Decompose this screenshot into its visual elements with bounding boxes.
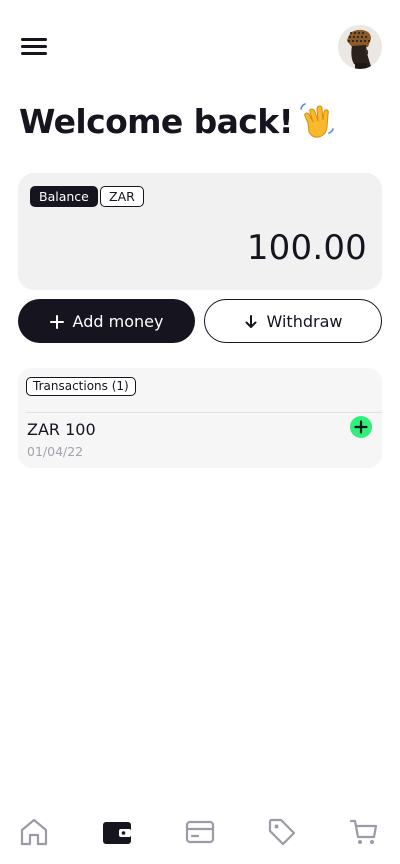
- currency-chip: ZAR: [100, 186, 144, 207]
- card-icon: [185, 820, 215, 844]
- home-icon: [20, 818, 48, 846]
- welcome-heading: Welcome back!: [19, 96, 335, 146]
- avatar-portrait-icon: [338, 25, 382, 69]
- add-money-label: Add money: [72, 311, 164, 331]
- balance-label-chip: Balance: [30, 186, 98, 207]
- transaction-date: 01/04/22: [27, 444, 84, 459]
- wallet-icon: [103, 822, 131, 844]
- transaction-amount: ZAR 100: [27, 420, 96, 439]
- transaction-row[interactable]: ZAR 100 01/04/22: [18, 413, 382, 468]
- balance-card: Balance ZAR 100.00: [18, 173, 382, 290]
- welcome-text: Welcome back!: [19, 101, 294, 141]
- nav-cart[interactable]: [346, 814, 382, 850]
- menu-line: [21, 52, 47, 55]
- arrow-down-icon: [244, 314, 258, 328]
- plus-circle-icon: [350, 416, 372, 438]
- menu-line: [21, 45, 47, 48]
- nav-home[interactable]: [16, 814, 52, 850]
- plus-icon: [49, 314, 64, 329]
- menu-line: [21, 38, 47, 41]
- add-money-button[interactable]: Add money: [18, 299, 195, 343]
- balance-amount: 100.00: [246, 228, 367, 268]
- app-header: [0, 0, 400, 96]
- hamburger-menu-icon[interactable]: [20, 34, 50, 60]
- user-avatar[interactable]: [338, 25, 382, 69]
- bottom-navigation: [0, 808, 400, 864]
- tag-icon: [268, 818, 296, 846]
- transactions-title-chip: Transactions (1): [26, 377, 136, 396]
- waving-hand-icon: [299, 101, 335, 141]
- cart-icon: [349, 819, 378, 844]
- withdraw-label: Withdraw: [266, 311, 343, 331]
- nav-wallet[interactable]: [99, 814, 135, 850]
- transactions-card: Transactions (1) ZAR 100 01/04/22: [18, 368, 382, 468]
- nav-deals[interactable]: [264, 814, 300, 850]
- withdraw-button[interactable]: Withdraw: [204, 299, 382, 343]
- nav-cards[interactable]: [182, 814, 218, 850]
